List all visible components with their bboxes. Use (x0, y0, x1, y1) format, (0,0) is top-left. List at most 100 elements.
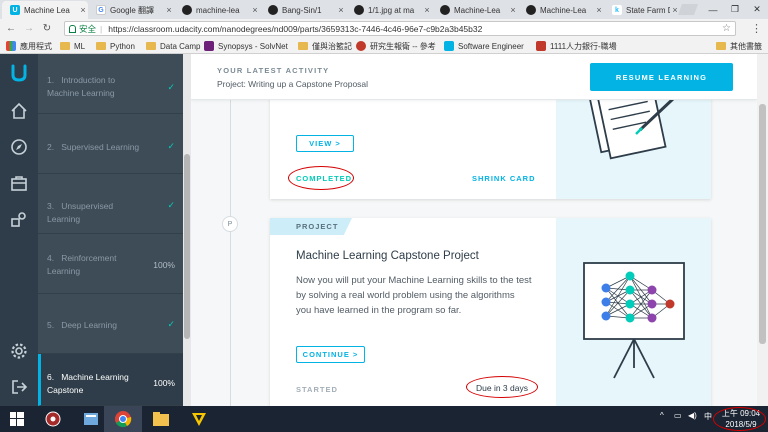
main-scrollbar[interactable] (757, 54, 768, 406)
tab-title: Machine-Lea (454, 5, 501, 15)
bookmark-apps[interactable]: 應用程式 (6, 40, 52, 52)
annotation-circle (288, 166, 354, 190)
continue-button[interactable]: CONTINUE > (296, 346, 365, 363)
ime-icon[interactable]: 中 (704, 411, 712, 422)
chrome-icon[interactable] (104, 406, 142, 432)
lesson-title: Unsupervised Learning (47, 201, 114, 224)
tab-title: machine-lea (196, 5, 240, 15)
bookmark-label: Data Camp (160, 41, 201, 51)
project-title: Machine Learning Capstone Project (296, 250, 479, 262)
udacity-icon: U (10, 5, 20, 15)
reload-icon[interactable]: ↻ (40, 22, 54, 36)
tab-google-translate[interactable]: G Google 翻譯 × (88, 1, 174, 19)
sidebar-item-unsupervised[interactable]: 3. Unsupervised Learning ✓ (38, 174, 183, 234)
close-icon[interactable]: × (594, 5, 604, 15)
tray-chevron-icon[interactable]: ^ (660, 411, 664, 420)
volume-icon[interactable]: ◀) (688, 411, 697, 420)
kaggle-icon: k (612, 5, 622, 15)
folder-icon (60, 42, 70, 50)
bookmark-label: Synopsys - SolvNet (218, 41, 288, 51)
bookmark-1111[interactable]: 1111人力銀行-職場 (536, 40, 617, 52)
window-close-icon[interactable]: ✕ (746, 0, 768, 19)
secure-indicator[interactable]: 安全 (69, 23, 96, 35)
network-icon[interactable]: ▭ (674, 411, 682, 420)
project-tag: PROJECT (270, 218, 352, 235)
latest-activity-project[interactable]: Project: Writing up a Capstone Proposal (217, 79, 368, 89)
tab-github-2[interactable]: Bang-Sin/1 × (260, 1, 346, 19)
back-icon[interactable]: ← (4, 22, 18, 36)
bookmark-notes[interactable]: 僅與治籃記 (298, 40, 352, 52)
shrink-card-button[interactable]: SHRINK CARD (472, 174, 536, 183)
google-icon: G (96, 5, 106, 15)
compass-icon[interactable] (8, 136, 30, 158)
sidebar-item-capstone[interactable]: 6. Machine Learning Capstone 100% (38, 354, 183, 406)
view-button[interactable]: VIEW > (296, 135, 354, 152)
sidebar-item-intro[interactable]: 1. Introduction to Machine Learning ✓ (38, 54, 183, 114)
url-field[interactable]: 安全 | https://classroom.udacity.com/nanod… (64, 21, 736, 36)
logout-icon[interactable] (8, 376, 30, 398)
checkmark-icon: ✓ (167, 200, 175, 210)
main-scroll-thumb[interactable] (759, 104, 766, 344)
close-icon[interactable]: × (336, 5, 346, 15)
project-description: Now you will put your Machine Learning s… (296, 275, 532, 316)
lesson-number: 2. (47, 142, 55, 152)
bookmark-synopsys[interactable]: Synopsys - SolvNet (204, 40, 288, 52)
close-icon[interactable]: × (164, 5, 174, 15)
chrome-menu-icon[interactable]: ⋮ (751, 22, 762, 35)
tab-machine-learning[interactable]: U Machine Lea × (2, 1, 88, 19)
tab-github-3[interactable]: 1/1.jpg at ma × (346, 1, 432, 19)
browser-tabstrip: U Machine Lea × G Google 翻譯 × machine-le… (0, 0, 768, 19)
site-icon (536, 41, 546, 51)
lesson-number: 5. (47, 320, 55, 330)
maximize-icon[interactable]: ❐ (724, 0, 746, 19)
tab-title: Google 翻譯 (110, 5, 155, 15)
tab-github-4[interactable]: Machine-Lea × (432, 1, 518, 19)
sidebar-scroll-thumb[interactable] (184, 154, 190, 339)
close-icon[interactable]: × (78, 5, 88, 15)
close-icon[interactable]: × (422, 5, 432, 15)
sidebar-item-reinforcement[interactable]: 4. Reinforcement Learning 100% (38, 234, 183, 294)
file-explorer-icon[interactable] (142, 406, 180, 432)
screen: U Machine Lea × G Google 翻譯 × machine-le… (0, 0, 768, 432)
minimize-icon[interactable]: — (702, 0, 724, 19)
close-icon[interactable]: × (250, 5, 260, 15)
briefcase-icon[interactable] (8, 172, 30, 194)
udacity-icon (444, 41, 454, 51)
bookmark-label: 研究生報衛 -- 參考 (370, 41, 436, 51)
bookmark-other[interactable]: 其他書籤 (716, 40, 762, 52)
tab-github-5[interactable]: Machine-Lea × (518, 1, 604, 19)
new-tab-button[interactable] (677, 4, 699, 15)
sidebar-item-deep-learning[interactable]: 5. Deep Learning ✓ (38, 294, 183, 354)
github-icon (268, 5, 278, 15)
folder-icon (298, 42, 308, 50)
resume-learning-button[interactable]: RESUME LEARNING (590, 63, 733, 91)
bookmark-folder-python[interactable]: Python (96, 40, 135, 52)
bookmark-label: 僅與治籃記 (312, 41, 352, 51)
spider-app-icon[interactable] (34, 406, 72, 432)
bookmark-label: Software Engineer (458, 41, 524, 51)
tab-github-1[interactable]: machine-lea × (174, 1, 260, 19)
bookmark-software-engineer[interactable]: Software Engineer (444, 40, 524, 52)
mentor-icon[interactable] (8, 208, 30, 230)
github-icon (182, 5, 192, 15)
lesson-title: Deep Learning (61, 320, 117, 330)
bookmark-label: Python (110, 41, 135, 51)
sidebar-scrollbar[interactable] (183, 54, 191, 406)
bookmark-folder-ml[interactable]: ML (60, 40, 85, 52)
lesson-number: 4. (47, 253, 55, 263)
home-icon[interactable] (8, 100, 30, 122)
tab-kaggle[interactable]: k State Farm Di × (604, 1, 680, 19)
bookmark-label: 應用程式 (20, 41, 52, 51)
forward-icon[interactable]: → (22, 22, 36, 36)
bookmark-folder-datacamp[interactable]: Data Camp (146, 40, 200, 52)
close-icon[interactable]: × (508, 5, 518, 15)
lesson-number: 1. (47, 75, 55, 85)
gear-icon[interactable] (8, 340, 30, 362)
bookmarks-bar: 應用程式 ML Python Data Camp Synopsys - Solv… (0, 38, 768, 54)
bookmark-research[interactable]: 研究生報衛 -- 參考 (356, 40, 436, 52)
sidebar-item-supervised[interactable]: 2. Supervised Learning ✓ (38, 114, 183, 174)
udacity-logo-icon[interactable] (8, 62, 30, 84)
bookmark-star-icon[interactable]: ☆ (722, 23, 731, 34)
app-v-icon[interactable] (180, 406, 218, 432)
windows-start-icon[interactable] (0, 406, 34, 432)
